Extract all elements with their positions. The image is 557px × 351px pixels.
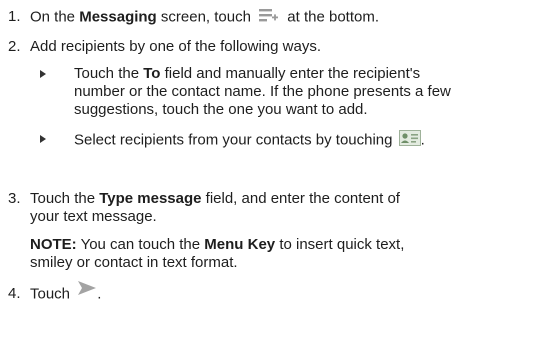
step-1: 1. On the Messaging screen, touch at the … [8,8,379,27]
step-text: Add recipients by one of the following w… [30,38,321,55]
note-text: to insert quick text, [275,236,405,253]
bullet-1-line-2: number or the contact name. If the phone… [74,83,451,100]
note-label: NOTE: [30,236,77,253]
step-text: On the [30,8,80,26]
bullet-2-line-1: Select recipients from your contacts by … [74,130,425,151]
note-line-2: smiley or contact in text format. [30,254,238,271]
step-number: 4. [8,285,21,303]
step-3: 3. Touch the Type message field, and ente… [8,190,400,208]
step-bold-text: Type message [99,190,202,207]
step-bold-text: Messaging [79,8,157,26]
bullet-arrow-icon [40,135,46,143]
step-text: Touch the [30,190,100,207]
contacts-icon [398,130,421,151]
bullet-1-line-3: suggestions, touch the one you want to a… [74,101,368,118]
bullet-text: . [420,131,425,149]
note-line-1: NOTE: You can touch the Menu Key to inse… [30,236,404,254]
step-number: 3. [8,190,21,207]
bullet-text: Touch the [74,65,144,82]
compose-icon [259,8,279,27]
step-text: at the bottom. [283,8,380,26]
step-4: 4. Touch . [8,281,102,305]
bullet-1-line-1: Touch the To field and manually enter th… [74,65,420,83]
note-bold-text: Menu Key [204,236,276,253]
step-2: 2. Add recipients by one of the following… [8,38,321,56]
bullet-bold-text: To [143,65,161,82]
step-text: . [97,285,102,303]
step-number: 2. [8,38,21,55]
bullet-text: Select recipients from your contacts by … [74,131,393,149]
step-number: 1. [8,8,21,26]
send-icon [77,280,97,301]
note-text: You can touch the [76,236,205,253]
bullet-arrow-icon [40,70,46,78]
step-text: screen, touch [156,8,251,26]
step-text: field, and enter the content of [201,190,400,207]
bullet-text: field and manually enter the recipient's [160,65,421,82]
instruction-document: 1. On the Messaging screen, touch at the … [0,0,557,351]
step-3-line-2: your text message. [30,208,157,225]
step-text: Touch [30,285,71,303]
